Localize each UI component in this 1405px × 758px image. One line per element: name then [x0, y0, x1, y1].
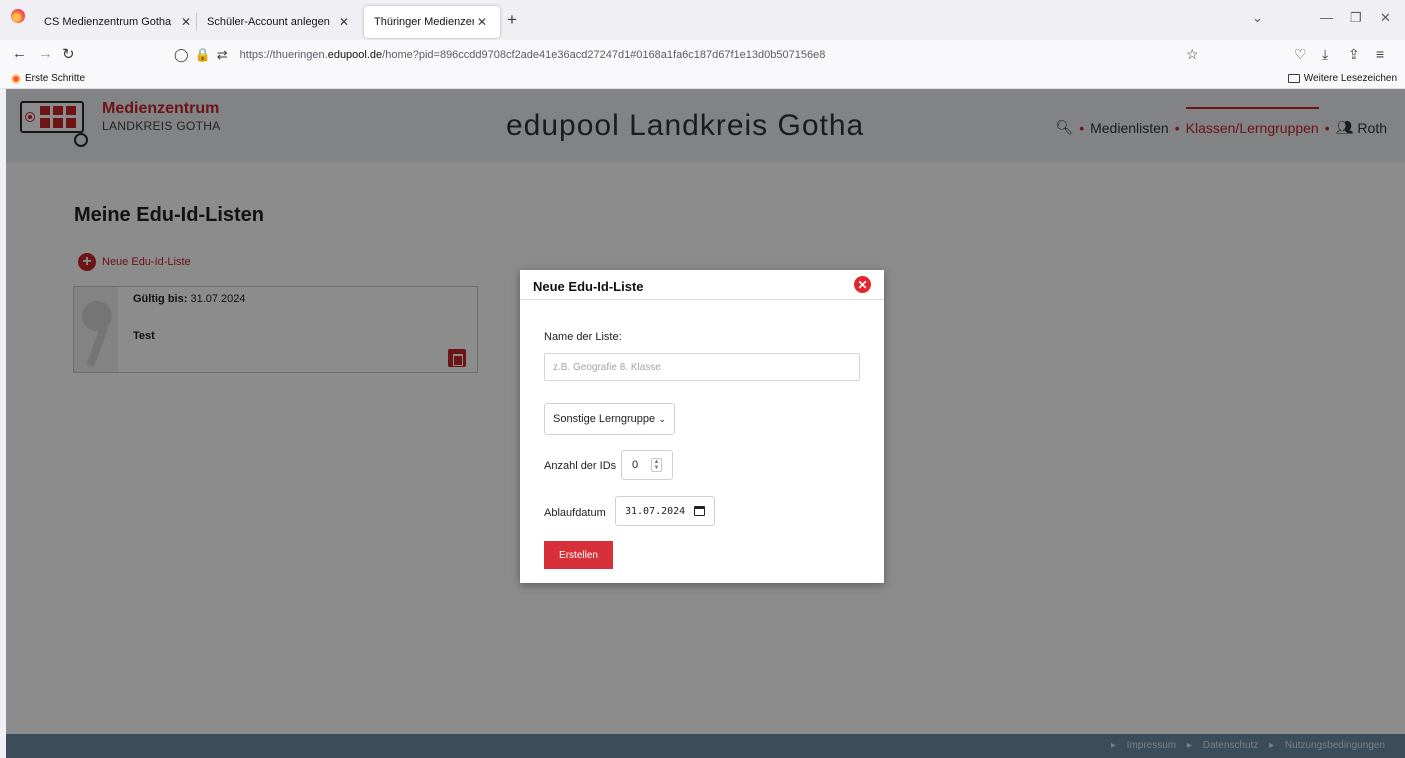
dialog-header: Neue Edu-Id-Liste ✕ — [520, 270, 884, 300]
back-arrow-icon[interactable]: ← — [12, 45, 27, 62]
pocket-icon[interactable]: ♡ — [1294, 46, 1307, 63]
group-type-value: Sonstige Lerngruppe — [553, 413, 656, 425]
download-icon[interactable]: ⤓ — [1322, 46, 1328, 63]
reload-icon[interactable]: ↻ — [62, 45, 75, 63]
folder-icon — [1287, 74, 1300, 83]
group-type-select[interactable]: Sonstige Lerngruppe ⌄ — [544, 403, 675, 435]
forward-arrow-icon[interactable]: → — [38, 45, 53, 62]
bookmark-other[interactable]: Weitere Lesezeichen — [1287, 73, 1397, 84]
list-name-label: Name der Liste: — [544, 331, 622, 343]
minimize-icon[interactable]: — — [1320, 10, 1333, 25]
menu-icon[interactable]: ≡ — [1376, 46, 1384, 62]
spinner-icon[interactable]: ▲ ▼ — [651, 458, 662, 472]
expiry-date-input[interactable]: 31.07.2024 — [615, 496, 715, 526]
tab-list-icon[interactable]: ⌄ — [1252, 10, 1263, 26]
calendar-icon[interactable] — [694, 506, 705, 516]
restore-icon[interactable]: ❐ — [1350, 10, 1362, 26]
bookmark-label: Weitere Lesezeichen — [1303, 73, 1397, 84]
url-bar[interactable]: ◯🔒⇄ https://thueringen.edupool.de/home?p… — [170, 42, 1218, 68]
close-icon[interactable]: ✕ — [178, 15, 194, 29]
bookmarks-bar: Erste Schritte Weitere Lesezeichen — [0, 70, 1405, 89]
tab-thueringer-medienzentren[interactable]: Thüringer Medienzentren ✕ — [364, 6, 500, 38]
tab-cs-medienzentrum[interactable]: CS Medienzentrum Gotha ✕ — [34, 6, 204, 38]
browser-tab-bar: CS Medienzentrum Gotha ✕ Schüler-Account… — [0, 0, 1405, 40]
id-count-label: Anzahl der IDs — [544, 460, 617, 472]
window-close-icon[interactable]: ✕ — [1380, 10, 1391, 26]
browser-nav-bar: ← → ↻ ◯🔒⇄ https://thueringen.edupool.de/… — [0, 40, 1405, 70]
url-prefix: https://thueringen. — [239, 49, 328, 61]
expiry-date-value: 31.07.2024 — [625, 505, 686, 517]
list-name-input[interactable] — [544, 353, 860, 381]
firefox-icon[interactable] — [11, 9, 25, 23]
tab-schueler-account[interactable]: Schüler-Account anlegen ✕ — [197, 6, 362, 38]
bookmark-erste-schritte[interactable]: Erste Schritte — [11, 73, 85, 84]
url-rest: /home?pid=896ccdd9708cf2ade41e36acd27247… — [382, 49, 826, 61]
firefox-bookmark-icon — [11, 73, 21, 84]
dialog-title: Neue Edu-Id-Liste — [533, 279, 644, 294]
tab-title: Schüler-Account anlegen — [207, 16, 330, 28]
bookmark-star-icon[interactable]: ☆ — [1186, 46, 1199, 63]
new-tab-icon[interactable]: + — [507, 10, 517, 30]
close-icon[interactable]: ✕ — [474, 15, 490, 29]
url-text[interactable]: https://thueringen.edupool.de/home?pid=8… — [240, 49, 826, 61]
expiry-label: Ablaufdatum — [544, 507, 606, 519]
tab-title: CS Medienzentrum Gotha — [44, 16, 172, 28]
create-button[interactable]: Erstellen — [544, 541, 613, 569]
close-icon[interactable]: ✕ — [336, 15, 352, 29]
id-count-stepper[interactable]: 0 ▲ ▼ — [621, 450, 673, 480]
new-list-dialog: Neue Edu-Id-Liste ✕ Name der Liste: Sons… — [520, 270, 884, 583]
bookmark-label: Erste Schritte — [25, 73, 86, 84]
extensions-icon[interactable]: ⇪ — [1348, 46, 1360, 63]
tab-title: Thüringer Medienzentren — [374, 16, 474, 28]
close-icon[interactable]: ✕ — [854, 276, 871, 293]
chevron-down-icon: ⌄ — [658, 413, 666, 424]
id-count-value: 0 — [632, 459, 639, 471]
url-domain: edupool.de — [327, 49, 383, 61]
shield-lock-icons: ◯🔒⇄ — [174, 47, 234, 62]
